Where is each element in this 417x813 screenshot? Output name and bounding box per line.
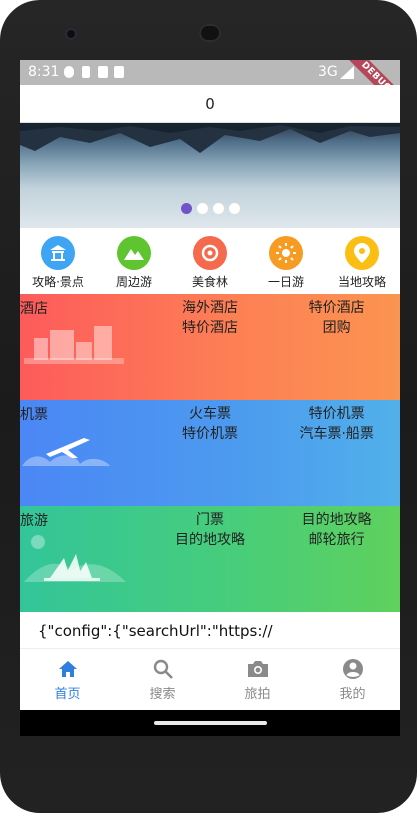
sd-card-icon (98, 66, 108, 78)
quick-nav-item-nearby[interactable]: 周边游 (96, 228, 172, 294)
carousel-dot[interactable] (228, 203, 240, 214)
grid-nav-travel: 旅游 门票 目的地攻略 目的地攻略 邮轮旅行 (20, 506, 400, 612)
grid-link-special-flight[interactable]: 特价机票 (182, 424, 238, 444)
nav-label: 首页 (54, 687, 81, 702)
grid-link-special-hotel-2[interactable]: 特价酒店 (309, 298, 365, 318)
phone-frame: 8:31 3G DEBUG 0 攻略·景点 周边游 美食林 一日游 当地攻略 酒… (0, 0, 417, 813)
mountain-icon (117, 236, 151, 270)
network-type: 3G (318, 64, 338, 80)
grid-link-cruise[interactable]: 邮轮旅行 (309, 530, 365, 550)
earpiece-speaker (199, 24, 221, 42)
grid-nav-hotel: 酒店 海外酒店 特价酒店 特价酒店 团购 (20, 294, 400, 400)
flight-main-cell[interactable]: 机票 (20, 400, 147, 506)
hotel-col-2: 海外酒店 特价酒店 (147, 294, 274, 400)
banner-carousel[interactable] (20, 123, 400, 228)
carousel-indicators (20, 203, 400, 214)
front-camera (65, 28, 77, 40)
camera-icon (247, 661, 268, 677)
flight-col-3: 特价机票 汽车票·船票 (273, 400, 400, 506)
app-bar: 0 (20, 85, 400, 123)
temple-icon (41, 236, 75, 270)
bottom-nav-bar: 首页 搜索 旅拍 我的 (20, 648, 400, 710)
nav-tab-home[interactable]: 首页 (20, 649, 115, 710)
quick-nav-item-strategy[interactable]: 攻略·景点 (20, 228, 96, 294)
status-time: 8:31 (28, 64, 60, 80)
location-pin-icon (345, 236, 379, 270)
grid-link-special-flight-2[interactable]: 特价机票 (309, 404, 365, 424)
grid-link-destination-guide[interactable]: 目的地攻略 (175, 530, 245, 550)
flight-main-label: 机票 (20, 407, 48, 423)
hotel-buildings-icon (24, 326, 124, 364)
quick-nav-label: 攻略·景点 (32, 275, 84, 289)
travel-main-cell[interactable]: 旅游 (20, 506, 147, 612)
airplane-icon (22, 438, 110, 466)
app-bar-title: 0 (205, 94, 215, 113)
food-icon (193, 236, 227, 270)
opera-house-icon (24, 535, 126, 582)
download-icon (82, 66, 90, 78)
hotel-main-label: 酒店 (20, 301, 48, 317)
grid-link-destination-guide-2[interactable]: 目的地攻略 (302, 510, 372, 530)
quick-nav-label: 当地攻略 (337, 275, 386, 289)
gesture-bar (20, 710, 400, 736)
grid-link-special-hotel[interactable]: 特价酒店 (182, 318, 238, 338)
carousel-dot[interactable] (180, 203, 192, 214)
nav-label: 我的 (339, 687, 366, 702)
grid-link-group-buy[interactable]: 团购 (323, 318, 351, 338)
config-json-text: {"config":{"searchUrl":"https:// (20, 612, 400, 648)
grid-link-overseas-hotel[interactable]: 海外酒店 (182, 298, 238, 318)
quick-nav-item-local[interactable]: 当地攻略 (324, 228, 400, 294)
text-icon (114, 66, 124, 78)
status-bar: 8:31 3G DEBUG (20, 60, 400, 118)
sun-icon (269, 236, 303, 270)
hotel-col-3: 特价酒店 团购 (273, 294, 400, 400)
carousel-dot[interactable] (196, 203, 208, 214)
home-indicator[interactable] (154, 721, 267, 725)
travel-col-2: 门票 目的地攻略 (147, 506, 274, 612)
account-icon (342, 659, 363, 679)
hotel-main-cell[interactable]: 酒店 (20, 294, 147, 400)
quick-nav-label: 周边游 (115, 275, 152, 289)
quick-nav: 攻略·景点 周边游 美食林 一日游 当地攻略 (20, 228, 400, 294)
grid-link-tickets[interactable]: 门票 (196, 510, 224, 530)
nav-tab-mine[interactable]: 我的 (305, 649, 400, 710)
travel-col-3: 目的地攻略 邮轮旅行 (273, 506, 400, 612)
grid-link-bus-ship[interactable]: 汽车票·船票 (299, 424, 373, 444)
grid-link-train[interactable]: 火车票 (189, 404, 231, 424)
quick-nav-label: 一日游 (267, 275, 304, 289)
signal-icon (340, 66, 354, 79)
quick-nav-item-day-trip[interactable]: 一日游 (248, 228, 324, 294)
travel-main-label: 旅游 (20, 513, 48, 529)
nav-label: 旅拍 (244, 687, 271, 702)
carousel-dot[interactable] (212, 203, 224, 214)
grid-nav-flight: 机票 火车票 特价机票 特价机票 汽车票·船票 (20, 400, 400, 506)
screen: 8:31 3G DEBUG 0 攻略·景点 周边游 美食林 一日游 当地攻略 酒… (20, 60, 400, 736)
quick-nav-label: 美食林 (191, 275, 228, 289)
home-icon (58, 661, 77, 677)
shield-icon (64, 66, 74, 78)
nav-label: 搜索 (149, 687, 176, 702)
nav-tab-photo[interactable]: 旅拍 (210, 649, 305, 710)
flight-col-2: 火车票 特价机票 (147, 400, 274, 506)
nav-tab-search[interactable]: 搜索 (115, 649, 210, 710)
quick-nav-item-food[interactable]: 美食林 (172, 228, 248, 294)
search-icon (153, 659, 173, 679)
